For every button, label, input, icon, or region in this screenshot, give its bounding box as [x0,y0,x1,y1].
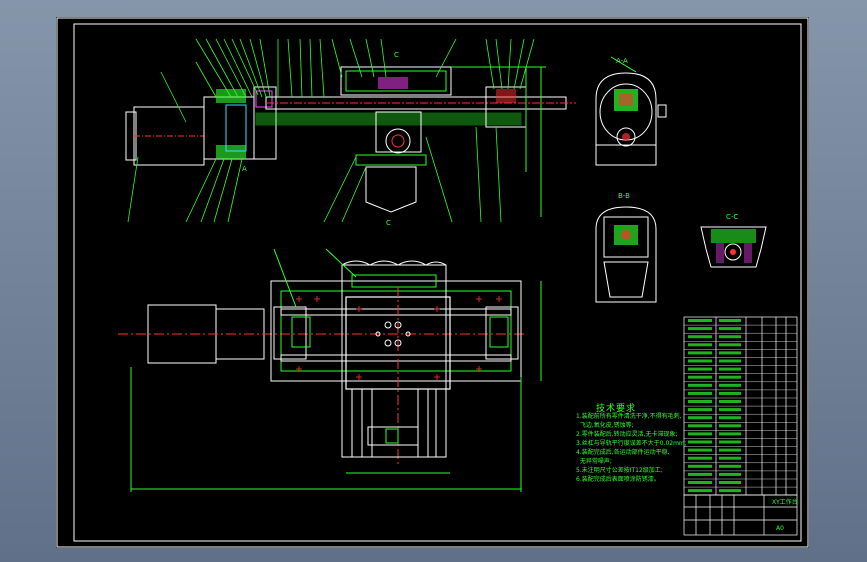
cut-mark-a: A [242,165,247,173]
section-c-c-view [700,226,767,268]
section-a-a-view [595,56,667,166]
cut-mark-c-top: C [394,51,399,59]
technical-requirement-line: 4.装配完成后,各运动部件运动平稳, [576,449,670,456]
parts-list-code-mark [688,489,712,493]
parts-list-code-mark [688,408,712,412]
drawing-canvas[interactable] [56,17,809,548]
title-block-sheet: A0 [776,525,784,532]
technical-requirement-line: 5.未注明尺寸公差按IT12级加工; [576,467,663,474]
parts-list-name-mark [719,456,741,460]
technical-requirement-line: 无异常噪声; [576,458,612,465]
cad-viewport[interactable]: A-A B-B C-C C C A 技术要求 1.装配前所有零件清洗干净,不得有… [0,0,867,562]
parts-list-code-mark [688,481,712,484]
parts-list-code-mark [688,327,712,331]
section-label-b-b: B-B [618,192,630,200]
technical-requirement-line: 飞边,氧化皮,锈蚀等; [576,422,634,429]
parts-list-code-mark [688,472,712,476]
parts-list-name-mark [719,424,741,428]
parts-list-name-mark [719,343,741,347]
parts-list-name-mark [719,335,741,339]
parts-list-name-mark [719,400,741,403]
technical-requirement-line: 1.装配前所有零件清洗干净,不得有毛刺, [576,413,682,420]
parts-list-code-mark [688,343,712,347]
section-b-b-view [595,206,657,303]
parts-list-code-mark [688,391,712,395]
parts-list-name-mark [719,367,741,371]
top-section-view [125,38,576,223]
parts-list-rows [684,324,797,488]
parts-list-code-mark [688,400,712,403]
parts-list-name-mark [719,472,741,476]
parts-list-name-mark [719,481,741,484]
parts-list-name-mark [719,391,741,395]
section-label-c-c: C-C [726,213,739,221]
parts-list-code-mark [688,367,712,371]
parts-list-name-mark [719,359,741,363]
section-label-a-a: A-A [616,57,628,65]
parts-list-code-mark [688,424,712,428]
parts-list-name-mark [719,440,741,444]
parts-list-name-mark [719,351,741,355]
cut-mark-c-bottom: C [386,219,391,227]
parts-list-name-mark [719,327,741,331]
parts-list-name-mark [719,464,741,468]
parts-list-code-mark [688,456,712,460]
parts-list-name-mark [719,432,741,436]
parts-list-name-mark [719,319,741,322]
parts-list-name-mark [719,489,741,493]
parts-list-code-mark [688,335,712,339]
technical-requirement-line: 6.装配完成后表面喷涂防锈漆。 [576,476,660,483]
technical-requirement-line: 2.零件装配后,转动应灵活,无卡滞现象; [576,431,678,438]
parts-list-name-mark [719,383,741,387]
parts-list-code-mark [688,359,712,363]
parts-list-code-mark [688,375,712,379]
parts-list-code-mark [688,319,712,322]
parts-list-name-mark [719,416,741,420]
parts-list-code-mark [688,383,712,387]
parts-list-name-mark [719,448,741,452]
parts-list-code-mark [688,440,712,444]
parts-list-code-mark [688,351,712,355]
drawing-sheet[interactable]: A-A B-B C-C C C A 技术要求 1.装配前所有零件清洗干净,不得有… [56,17,809,548]
parts-list-name-mark [719,375,741,379]
inner-border [73,23,802,542]
parts-list-code-mark [688,416,712,420]
title-block-name: XY工作台 [772,499,798,506]
technical-requirement-line: 3.丝杠与导轨平行度误差不大于0.02mm; [576,440,687,447]
parts-list-code-mark [688,448,712,452]
parts-list-name-mark [719,408,741,412]
plan-view [118,248,542,492]
parts-list-text [688,319,741,493]
parts-list-code-mark [688,432,712,436]
parts-list-code-mark [688,464,712,468]
